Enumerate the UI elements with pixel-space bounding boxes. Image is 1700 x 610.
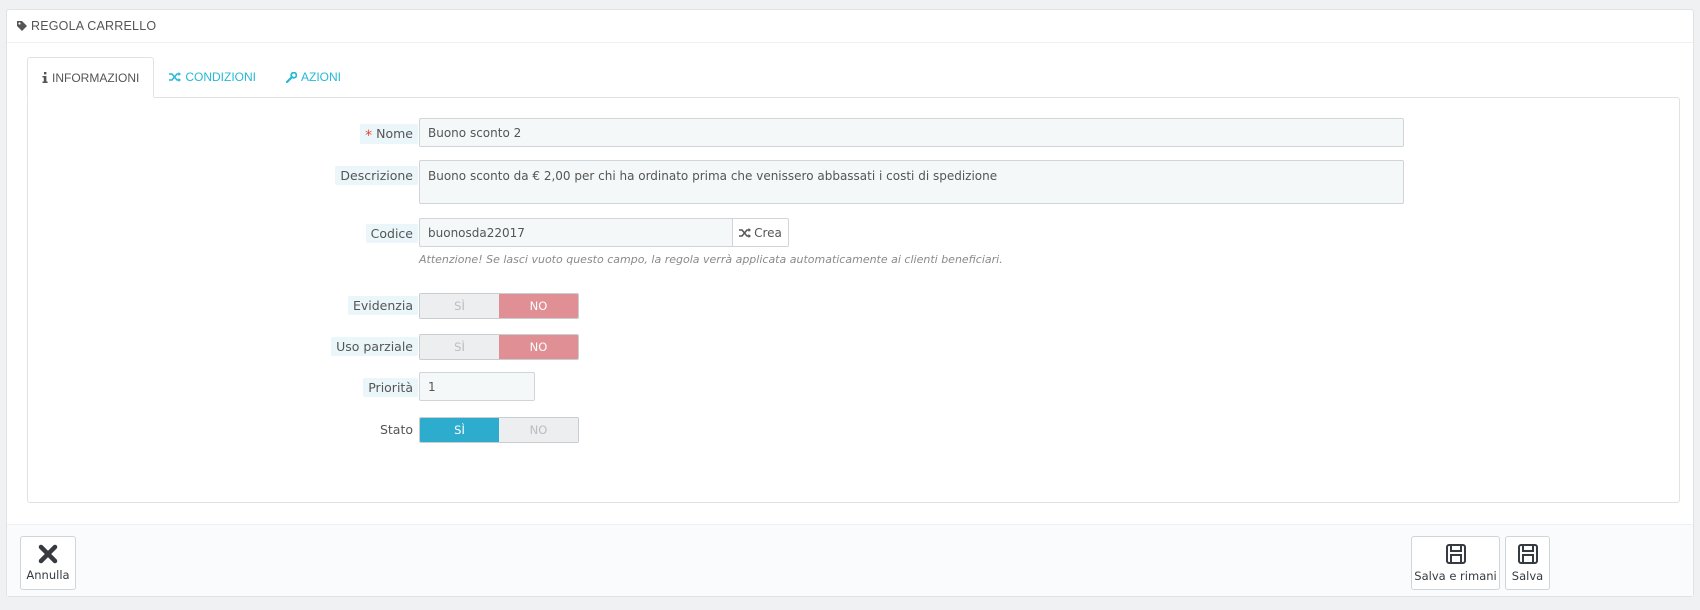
wrench-icon <box>286 71 297 83</box>
tag-icon <box>17 21 27 31</box>
cancel-button[interactable]: Annulla <box>20 536 76 590</box>
shuffle-icon <box>169 72 182 82</box>
tab-informazioni[interactable]: INFORMAZIONI <box>27 57 155 98</box>
code-help-text: Attenzione! Se lasci vuoto questo campo,… <box>419 253 1003 266</box>
tab-label: AZIONI <box>301 70 342 84</box>
save-and-stay-label: Salva e rimani <box>1414 569 1497 583</box>
save-and-stay-button[interactable]: Salva e rimani <box>1411 536 1500 590</box>
status-switch[interactable]: SÌ NO <box>419 417 579 443</box>
close-icon <box>38 544 58 564</box>
panel-footer: Annulla Salva e rimani Salva <box>7 524 1693 596</box>
highlight-yes-option[interactable]: SÌ <box>420 294 499 318</box>
required-mark: * <box>365 128 373 144</box>
tab-label: CONDIZIONI <box>185 70 256 84</box>
save-button[interactable]: Salva <box>1505 536 1550 590</box>
shuffle-icon <box>739 227 752 238</box>
code-input[interactable]: buonosda22017 <box>419 218 733 247</box>
tab-azioni[interactable]: AZIONI <box>271 57 356 97</box>
info-icon <box>42 72 48 83</box>
name-label: * Nome <box>360 124 418 144</box>
highlight-switch[interactable]: SÌ NO <box>419 293 579 319</box>
status-yes-option[interactable]: SÌ <box>420 418 499 442</box>
panel-title: REGOLA CARRELLO <box>31 19 157 33</box>
status-no-option[interactable]: NO <box>499 418 578 442</box>
cancel-label: Annulla <box>26 568 70 582</box>
description-textarea[interactable]: Buono sconto da € 2,00 per chi ha ordina… <box>419 160 1404 204</box>
generate-code-button[interactable]: Crea <box>732 218 789 247</box>
highlight-no-option[interactable]: NO <box>499 294 578 318</box>
partial-use-no-option[interactable]: NO <box>499 335 578 359</box>
priority-label: Priorità <box>363 378 418 397</box>
description-label: Descrizione <box>335 166 418 185</box>
save-icon <box>1517 544 1538 564</box>
highlight-label: Evidenzia <box>347 296 418 315</box>
name-input[interactable]: Buono sconto 2 <box>419 118 1404 147</box>
save-label: Salva <box>1511 569 1544 583</box>
tab-label: INFORMAZIONI <box>52 70 140 85</box>
partial-use-label: Uso parziale <box>331 337 418 356</box>
partial-use-switch[interactable]: SÌ NO <box>419 334 579 360</box>
priority-input[interactable]: 1 <box>419 372 535 401</box>
cart-rule-panel: REGOLA CARRELLO INFORMAZIONI CONDIZIONI … <box>6 9 1694 597</box>
panel-heading: REGOLA CARRELLO <box>7 10 1693 43</box>
information-form: * Nome Buono sconto 2 Descrizione Buono s… <box>27 97 1680 503</box>
save-icon <box>1445 544 1466 564</box>
status-label: Stato <box>379 422 413 437</box>
tab-condizioni[interactable]: CONDIZIONI <box>154 57 271 97</box>
partial-use-yes-option[interactable]: SÌ <box>420 335 499 359</box>
generate-label: Crea <box>754 225 782 240</box>
code-label: Codice <box>365 224 418 243</box>
